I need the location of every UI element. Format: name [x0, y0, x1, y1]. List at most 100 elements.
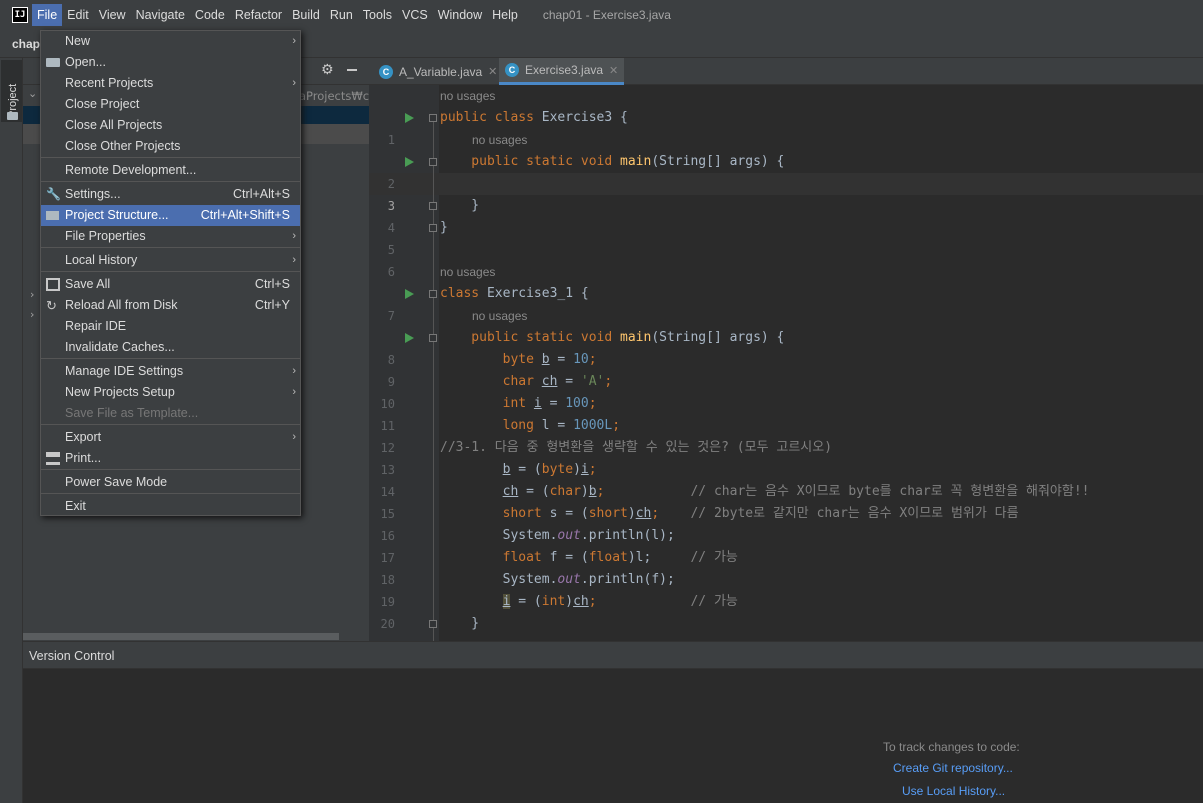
project-tool-button[interactable]: Project	[1, 60, 22, 122]
run-icon[interactable]	[405, 333, 414, 343]
horizontal-scrollbar[interactable]	[23, 633, 339, 640]
code-token: b	[541, 352, 550, 367]
menu-file[interactable]: File	[32, 4, 63, 26]
menu-item-project-structure[interactable]: Project Structure... Ctrl+Alt+Shift+S	[41, 205, 300, 226]
menu-item-label: Power Save Mode	[65, 475, 168, 489]
fold-icon[interactable]	[429, 290, 437, 298]
menu-help[interactable]: Help	[487, 4, 523, 26]
usage-hint: no usages	[440, 265, 496, 279]
fold-icon[interactable]	[429, 114, 437, 122]
fold-icon[interactable]	[429, 224, 437, 232]
menu-item-label: Remote Development...	[65, 163, 197, 177]
code-line: 15 ch = (char)b; // char는 음수 X이므로 byte를 …	[369, 481, 1203, 521]
code-token: ;	[596, 484, 691, 499]
menu-item-exit[interactable]: Exit	[41, 496, 300, 517]
menu-item-close-other-projects[interactable]: Close Other Projects	[41, 136, 300, 157]
chevron-right-icon[interactable]: ›	[30, 288, 34, 301]
menu-item-reload-all[interactable]: ↻ Reload All from Disk Ctrl+Y	[41, 295, 300, 316]
close-icon[interactable]: ✕	[488, 65, 497, 78]
tab-a-variable[interactable]: C A_Variable.java ✕	[373, 58, 503, 85]
gear-icon[interactable]: ⚙	[321, 62, 334, 78]
menu-edit[interactable]: Edit	[62, 4, 94, 26]
fold-icon[interactable]	[429, 334, 437, 342]
close-icon[interactable]: ✕	[609, 64, 618, 77]
menu-run[interactable]: Run	[325, 4, 358, 26]
code-token: short	[588, 506, 628, 521]
create-git-repo-link[interactable]: Create Git repository...	[893, 761, 1013, 775]
menu-item-save-all[interactable]: Save All Ctrl+S	[41, 274, 300, 295]
ide-window: IJ File Edit View Navigate Code Refactor…	[0, 0, 1203, 803]
code-token: byte	[440, 352, 542, 367]
run-icon[interactable]	[405, 113, 414, 123]
use-local-history-link[interactable]: Use Local History...	[902, 784, 1005, 798]
menu-item-recent-projects[interactable]: Recent Projects ›	[41, 73, 300, 94]
menu-item-close-all-projects[interactable]: Close All Projects	[41, 115, 300, 136]
code-token: ch	[573, 594, 589, 609]
menu-code[interactable]: Code	[190, 4, 230, 26]
code-token: Exercise3 {	[541, 110, 628, 125]
menu-refactor[interactable]: Refactor	[230, 4, 287, 26]
menu-item-label: Reload All from Disk	[65, 298, 178, 312]
menu-vcs[interactable]: VCS	[397, 4, 433, 26]
code-token: = (	[510, 594, 542, 609]
menu-item-print[interactable]: Print...	[41, 448, 300, 469]
code-token: 'A'	[580, 374, 605, 389]
code-token: int	[440, 396, 534, 411]
menu-item-label: Manage IDE Settings	[65, 364, 184, 378]
run-icon[interactable]	[405, 157, 414, 167]
menu-item-close-project[interactable]: Close Project	[41, 94, 300, 115]
menu-window[interactable]: Window	[433, 4, 487, 26]
menu-item-power-save-mode[interactable]: Power Save Mode	[41, 472, 300, 493]
code-editor[interactable]: no usages 1 public class Exercise3 { no …	[369, 85, 1203, 641]
menu-item-remote-development[interactable]: Remote Development...	[41, 160, 300, 181]
menu-view[interactable]: View	[94, 4, 131, 26]
reload-icon: ↻	[46, 298, 57, 313]
run-icon[interactable]	[405, 289, 414, 299]
menu-item-settings[interactable]: 🔧 Settings... Ctrl+Alt+S	[41, 184, 300, 205]
menu-item-manage-ide-settings[interactable]: Manage IDE Settings ›	[41, 361, 300, 382]
menu-item-repair-ide[interactable]: Repair IDE	[41, 316, 300, 337]
code-token: }	[440, 198, 480, 213]
menu-item-file-properties[interactable]: File Properties ›	[41, 226, 300, 247]
menu-item-new-projects-setup[interactable]: New Projects Setup ›	[41, 382, 300, 403]
tab-exercise3[interactable]: C Exercise3.java ✕	[499, 58, 625, 85]
breadcrumb[interactable]: chap	[12, 37, 40, 51]
code-token: ;	[588, 594, 691, 609]
menu-separator	[41, 247, 300, 248]
code-line: 2 public static void main(String[] args)…	[369, 151, 1203, 191]
menu-item-label: Close Other Projects	[65, 139, 181, 153]
chevron-down-icon[interactable]: ⌄	[28, 87, 37, 100]
hide-icon[interactable]	[347, 69, 357, 71]
menu-item-label: Recent Projects	[65, 76, 154, 90]
menu-build[interactable]: Build	[287, 4, 325, 26]
fold-icon[interactable]	[429, 158, 437, 166]
code-line: 17 System.out.println(l);	[369, 525, 1203, 565]
menu-bar: IJ File Edit View Navigate Code Refactor…	[0, 0, 1203, 30]
version-control-title: Version Control	[29, 649, 115, 663]
menu-navigate[interactable]: Navigate	[131, 4, 190, 26]
code-line: 18 float f = (float)l; // 가능	[369, 547, 1203, 587]
version-control-panel: Version Control To track changes to code…	[23, 641, 1203, 803]
menu-tools[interactable]: Tools	[358, 4, 397, 26]
code-token: ;	[588, 462, 597, 477]
menu-item-invalidate-caches[interactable]: Invalidate Caches...	[41, 337, 300, 358]
menu-item-local-history[interactable]: Local History ›	[41, 250, 300, 271]
submenu-arrow-icon: ›	[292, 365, 296, 377]
fold-icon[interactable]	[429, 202, 437, 210]
code-line: 19 System.out.println(f);	[369, 569, 1203, 609]
menu-item-label: Local History	[65, 253, 138, 267]
usage-hint: no usages	[472, 309, 528, 323]
menu-item-open[interactable]: Open...	[41, 52, 300, 73]
code-token: i	[533, 396, 542, 411]
project-structure-icon	[46, 211, 59, 220]
menu-item-label: Invalidate Caches...	[65, 340, 175, 354]
menu-item-export[interactable]: Export ›	[41, 427, 300, 448]
code-comment: // 2byte로 같지만 char는 음수 X이므로 범위가 다름	[690, 506, 1019, 521]
menu-item-new[interactable]: New ›	[41, 31, 300, 52]
fold-icon[interactable]	[429, 620, 437, 628]
code-token: out	[557, 528, 581, 543]
print-icon	[46, 452, 60, 465]
menu-item-shortcut: Ctrl+Y	[254, 298, 290, 312]
chevron-right-icon[interactable]: ›	[30, 308, 34, 321]
